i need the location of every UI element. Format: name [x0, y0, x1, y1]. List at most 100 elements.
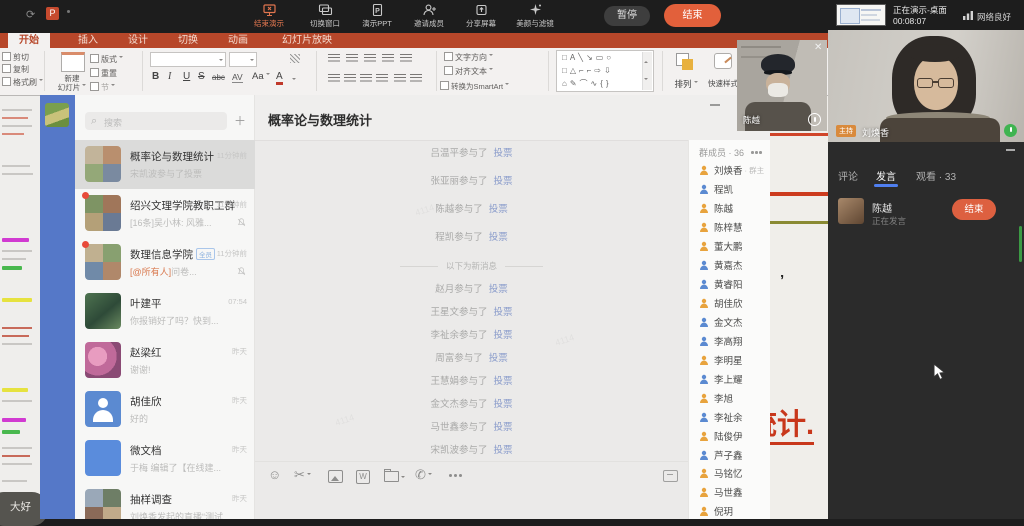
- new-slide-button[interactable]: 新建 幻灯片: [50, 50, 94, 93]
- bullets-icon[interactable]: [328, 54, 340, 63]
- member-row[interactable]: 刘焕香 · 群主: [689, 161, 771, 180]
- char-spacing-button[interactable]: AV: [232, 72, 243, 83]
- video-tile-liuhuanxiang[interactable]: 主持 刘焕香: [828, 30, 1024, 142]
- chat-list-item[interactable]: 数理信息学院全员 [@所有人]问卷... 11分钟前: [75, 238, 255, 287]
- member-row[interactable]: 李明星: [689, 350, 771, 369]
- chat-history-button[interactable]: [663, 470, 678, 482]
- vote-link[interactable]: 投票: [494, 176, 513, 187]
- vote-link[interactable]: 投票: [494, 148, 513, 159]
- change-case-button[interactable]: Aa: [252, 71, 270, 82]
- reset-button[interactable]: 重置: [90, 68, 117, 79]
- end-button[interactable]: 结束: [664, 4, 721, 27]
- call-button[interactable]: ✆: [415, 468, 432, 481]
- vote-link[interactable]: 投票: [494, 330, 513, 341]
- member-row[interactable]: 陈越: [689, 199, 771, 218]
- copy-button[interactable]: 复制: [2, 64, 29, 75]
- tab-home[interactable]: 开始: [8, 33, 50, 48]
- present-ppt-button[interactable]: P 演示PPT: [348, 3, 406, 29]
- quick-style-button[interactable]: 快速样式: [706, 50, 740, 93]
- vote-link[interactable]: 投票: [489, 353, 508, 364]
- format-painter-button[interactable]: 格式刷: [2, 77, 43, 88]
- justify-icon[interactable]: [376, 74, 388, 83]
- member-row[interactable]: 金文杰: [689, 313, 771, 332]
- vote-link[interactable]: 投票: [489, 204, 508, 215]
- image-button[interactable]: [328, 470, 343, 483]
- tab-design[interactable]: 设计: [128, 33, 148, 48]
- tab-insert[interactable]: 插入: [78, 33, 98, 48]
- end-speaking-button[interactable]: 结束: [952, 199, 996, 220]
- align-right-icon[interactable]: [360, 74, 372, 83]
- member-row[interactable]: 倪玥: [689, 502, 771, 519]
- align-text-button[interactable]: 对齐文本: [444, 66, 493, 77]
- indent-increase-icon[interactable]: [382, 54, 394, 63]
- member-row[interactable]: 李旭: [689, 388, 771, 407]
- member-row[interactable]: 董大鹏: [689, 237, 771, 256]
- doc-button[interactable]: W: [356, 470, 370, 484]
- chat-list-item[interactable]: 微文档 于梅 编辑了【在线建... 昨天: [75, 434, 255, 483]
- vote-link[interactable]: 投票: [494, 399, 513, 410]
- member-row[interactable]: 陈梓慧: [689, 218, 771, 237]
- vote-link[interactable]: 投票: [494, 445, 513, 456]
- scrollbar-thumb[interactable]: [1019, 226, 1022, 262]
- member-row[interactable]: 李祉余: [689, 407, 771, 426]
- chat-list-item[interactable]: 抽样调查 刘焕香发起的直播“测试... 昨天: [75, 483, 255, 519]
- folder-button[interactable]: [384, 471, 405, 484]
- add-chat-button[interactable]: ＋: [234, 112, 246, 129]
- member-row[interactable]: 李高翔: [689, 331, 771, 350]
- chat-list-item[interactable]: 赵梁红 谢谢! 昨天: [75, 336, 255, 385]
- indent-decrease-icon[interactable]: [364, 54, 376, 63]
- align-left-icon[interactable]: [328, 74, 340, 83]
- member-row[interactable]: 胡佳欣: [689, 294, 771, 313]
- tab-transitions[interactable]: 切换: [178, 33, 198, 48]
- beauty-filter-button[interactable]: 美颜与滤镜: [506, 3, 564, 29]
- chat-list-item[interactable]: 绍兴文理学院教职工群 [16条]吴小林: 风雅... 11分钟前: [75, 189, 255, 238]
- member-row[interactable]: 黄睿阳: [689, 275, 771, 294]
- clear-format-icon[interactable]: [290, 54, 300, 63]
- presenting-thumbnail[interactable]: [836, 4, 886, 26]
- vote-link[interactable]: 投票: [494, 307, 513, 318]
- layout-button[interactable]: 版式: [90, 54, 123, 65]
- tab-watching[interactable]: 观看 · 33: [916, 168, 956, 183]
- member-row[interactable]: 程凯: [689, 180, 771, 199]
- member-row[interactable]: 李上耀: [689, 369, 771, 388]
- table-align-icon[interactable]: [410, 74, 422, 83]
- member-row[interactable]: 陆俊伊: [689, 426, 771, 445]
- font-color-button[interactable]: A: [276, 71, 283, 85]
- close-icon[interactable]: ✕: [814, 42, 822, 53]
- shapes-scroll[interactable]: [642, 52, 652, 90]
- smartart-button[interactable]: 转换为SmartArt: [440, 81, 509, 92]
- font-name-select[interactable]: [150, 52, 226, 67]
- minimize-button[interactable]: [710, 104, 720, 106]
- shapes-gallery[interactable]: □A╲↘▭○ □△⌐⌐⇨⇩ ⌂✎⌒∿{}: [556, 50, 654, 92]
- mic-active-icon[interactable]: [1004, 124, 1017, 137]
- align-center-icon[interactable]: [344, 74, 356, 83]
- arrange-button[interactable]: 排列: [668, 50, 704, 93]
- end-presentation-button[interactable]: 结束演示: [240, 3, 298, 29]
- screenshot-button[interactable]: ✂: [294, 468, 311, 481]
- member-row[interactable]: 马铭忆: [689, 464, 771, 483]
- tab-slideshow[interactable]: 幻灯片放映: [282, 33, 332, 48]
- strike-button[interactable]: S: [198, 71, 205, 82]
- more-button[interactable]: [449, 474, 452, 477]
- font-size-select[interactable]: [229, 52, 257, 67]
- video-tile-chenyue[interactable]: ✕ 陈越: [737, 40, 827, 131]
- invite-member-button[interactable]: 邀请成员: [400, 3, 458, 29]
- members-more-button[interactable]: [751, 151, 754, 154]
- bold-button[interactable]: B: [152, 71, 159, 82]
- vote-link[interactable]: 投票: [489, 284, 508, 295]
- switch-window-button[interactable]: 切换窗口: [296, 3, 354, 29]
- section-button[interactable]: 节: [90, 82, 115, 93]
- ppt-app-icon[interactable]: P: [46, 7, 59, 20]
- member-row[interactable]: 芦子鑫: [689, 445, 771, 464]
- tab-speaking[interactable]: 发言: [876, 168, 896, 183]
- chat-list-item[interactable]: 叶建平 你报销好了吗？快到... 07:54: [75, 287, 255, 336]
- profile-avatar[interactable]: [45, 103, 69, 127]
- refresh-icon[interactable]: ⟳: [26, 8, 35, 21]
- pause-button[interactable]: 暂停: [604, 6, 650, 26]
- tab-animations[interactable]: 动画: [228, 33, 248, 48]
- chat-list-item[interactable]: 胡佳欣 好的 昨天: [75, 385, 255, 434]
- chat-list-item[interactable]: 概率论与数理统计 宋凯波参与了投票 11分钟前: [75, 140, 255, 189]
- shadow-button[interactable]: abc: [212, 73, 225, 82]
- emoji-button[interactable]: ☺: [268, 468, 281, 481]
- vote-link[interactable]: 投票: [494, 376, 513, 387]
